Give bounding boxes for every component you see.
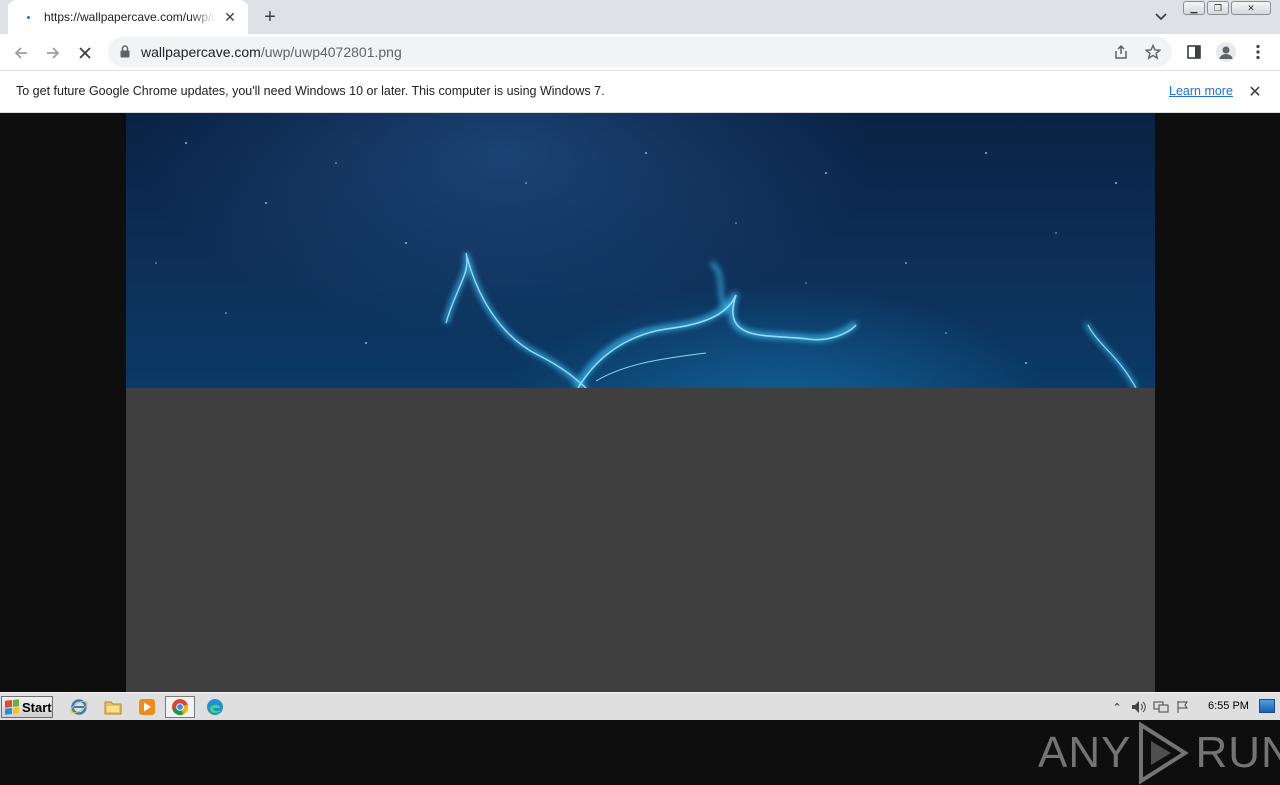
infobar-close-icon[interactable]: ✕ (1246, 83, 1264, 101)
anyrun-watermark: ANY RUN (1038, 721, 1280, 785)
new-tab-button[interactable]: + (258, 5, 282, 29)
avatar-icon (1216, 42, 1236, 62)
profile-button[interactable] (1214, 40, 1238, 64)
browser-tab[interactable]: https://wallpapercave.com/uwp/uwp4072801… (8, 0, 248, 34)
edge-icon[interactable] (204, 697, 226, 717)
watermark-left: ANY (1038, 728, 1132, 777)
window-controls: ▁ ❐ ✕ (1183, 1, 1271, 15)
nebula-art (155, 142, 1138, 388)
action-center-flag-icon[interactable] (1172, 697, 1194, 717)
restore-button[interactable]: ❐ (1207, 1, 1229, 15)
chrome-icon[interactable] (165, 696, 195, 718)
tab-close-icon[interactable]: ✕ (222, 9, 238, 25)
tab-search-chevron-icon[interactable] (1150, 7, 1172, 27)
lock-icon[interactable] (120, 45, 130, 58)
infobar-message: To get future Google Chrome updates, you… (16, 84, 605, 98)
share-icon[interactable] (1112, 43, 1130, 61)
page-content: ANY RUN (0, 113, 1280, 785)
image-viewer[interactable] (126, 113, 1155, 692)
network-icon[interactable] (1150, 697, 1172, 717)
update-infobar: To get future Google Chrome updates, you… (0, 71, 1280, 113)
stop-loading-button[interactable] (72, 40, 98, 66)
windows-taskbar: Start ⌃ 6:55 PM (0, 692, 1280, 720)
play-logo-icon (1139, 721, 1190, 785)
url-host: wallpapercave.com (141, 44, 261, 60)
windows-logo-icon (5, 699, 19, 715)
loading-spinner-icon (22, 11, 34, 23)
forward-button[interactable] (40, 40, 66, 66)
volume-icon[interactable] (1128, 697, 1150, 717)
internet-explorer-icon[interactable] (68, 697, 90, 717)
chrome-menu-icon[interactable] (1246, 40, 1270, 64)
back-button[interactable] (8, 40, 34, 66)
tab-title: https://wallpapercave.com/uwp/uwp4072801… (44, 10, 216, 24)
side-panel-icon[interactable] (1182, 40, 1206, 64)
browser-toolbar: wallpapercave.com/uwp/uwp4072801.png (0, 34, 1280, 71)
start-label: Start (22, 699, 52, 715)
bookmark-star-icon[interactable] (1144, 43, 1162, 61)
minimize-button[interactable]: ▁ (1183, 1, 1205, 15)
url-path: /uwp/uwp4072801.png (260, 44, 402, 60)
watermark-right: RUN (1195, 728, 1280, 777)
show-hidden-icons-icon[interactable]: ⌃ (1106, 697, 1128, 717)
address-bar[interactable]: wallpapercave.com/uwp/uwp4072801.png (108, 37, 1172, 67)
window-close-button[interactable]: ✕ (1231, 1, 1271, 15)
url-text[interactable]: wallpapercave.com/uwp/uwp4072801.png (141, 44, 402, 60)
wallpaper-image[interactable] (126, 113, 1155, 388)
show-desktop-icon[interactable] (1259, 699, 1275, 713)
taskbar-clock[interactable]: 6:55 PM (1208, 700, 1249, 712)
media-player-icon[interactable] (136, 697, 158, 717)
learn-more-link[interactable]: Learn more (1169, 84, 1233, 98)
start-button[interactable]: Start (1, 696, 53, 718)
file-explorer-icon[interactable] (102, 697, 124, 717)
tab-strip: https://wallpapercave.com/uwp/uwp4072801… (0, 0, 1280, 34)
